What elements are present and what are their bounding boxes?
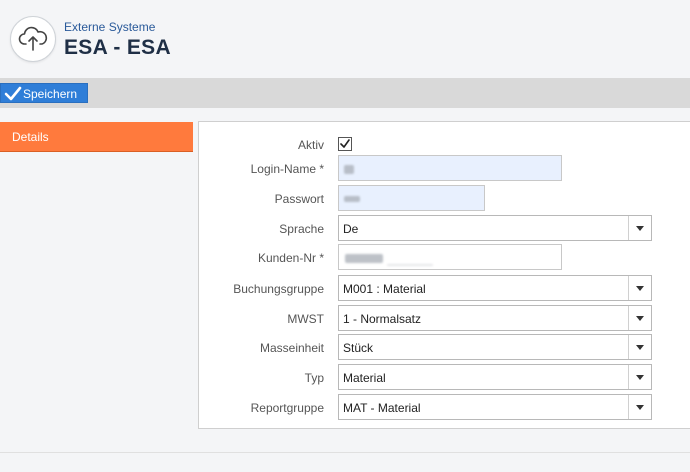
chevron-down-icon[interactable] <box>628 335 651 359</box>
tab-details[interactable]: Details <box>0 122 193 152</box>
save-button-label: Speichern <box>23 87 78 101</box>
buchungsgruppe-label: Buchungsgruppe <box>233 282 324 296</box>
buchungsgruppe-select[interactable]: M001 : Material <box>338 275 652 301</box>
kunden-nr-label: Kunden-Nr * <box>257 251 324 265</box>
chevron-down-icon[interactable] <box>628 395 651 419</box>
page-header: Externe Systeme ESA - ESA <box>0 0 690 78</box>
kunden-nr-input[interactable] <box>338 244 562 270</box>
redacted-value <box>387 264 433 266</box>
footer-divider <box>0 452 690 453</box>
typ-select[interactable]: Material <box>338 364 652 390</box>
mwst-label: MWST <box>287 312 324 326</box>
typ-label: Typ <box>304 371 324 385</box>
chevron-down-icon[interactable] <box>628 306 651 330</box>
sprache-select[interactable]: De <box>338 215 652 241</box>
reportgruppe-select[interactable]: MAT - Material <box>338 394 652 420</box>
masseinheit-select[interactable]: Stück <box>338 334 652 360</box>
passwort-input[interactable] <box>338 185 485 211</box>
cloud-upload-icon <box>10 16 56 62</box>
sprache-label: Sprache <box>279 222 324 236</box>
login-name-input[interactable] <box>338 155 562 181</box>
checkmark-icon <box>4 86 22 101</box>
chevron-down-icon[interactable] <box>628 216 651 240</box>
typ-value: Material <box>343 371 386 385</box>
redacted-value <box>345 254 383 263</box>
masseinheit-label: Masseinheit <box>259 341 324 355</box>
buchungsgruppe-value: M001 : Material <box>343 282 426 296</box>
redacted-value <box>344 196 360 202</box>
page-title: ESA - ESA <box>64 36 171 59</box>
breadcrumb[interactable]: Externe Systeme <box>64 20 155 34</box>
mwst-select[interactable]: 1 - Normalsatz <box>338 305 652 331</box>
chevron-down-icon[interactable] <box>628 365 651 389</box>
passwort-label: Passwort <box>274 192 324 206</box>
save-button[interactable]: Speichern <box>0 83 88 103</box>
sprache-value: De <box>343 222 359 236</box>
login-name-label: Login-Name * <box>250 162 324 176</box>
reportgruppe-value: MAT - Material <box>343 401 421 415</box>
toolbar: Speichern <box>0 78 690 108</box>
masseinheit-value: Stück <box>343 341 374 355</box>
mwst-value: 1 - Normalsatz <box>343 312 422 326</box>
aktiv-checkbox[interactable] <box>338 137 352 151</box>
checkmark-icon <box>340 139 350 148</box>
chevron-down-icon[interactable] <box>628 276 651 300</box>
redacted-value <box>344 165 354 174</box>
aktiv-label: Aktiv <box>297 138 324 152</box>
reportgruppe-label: Reportgruppe <box>250 401 324 415</box>
